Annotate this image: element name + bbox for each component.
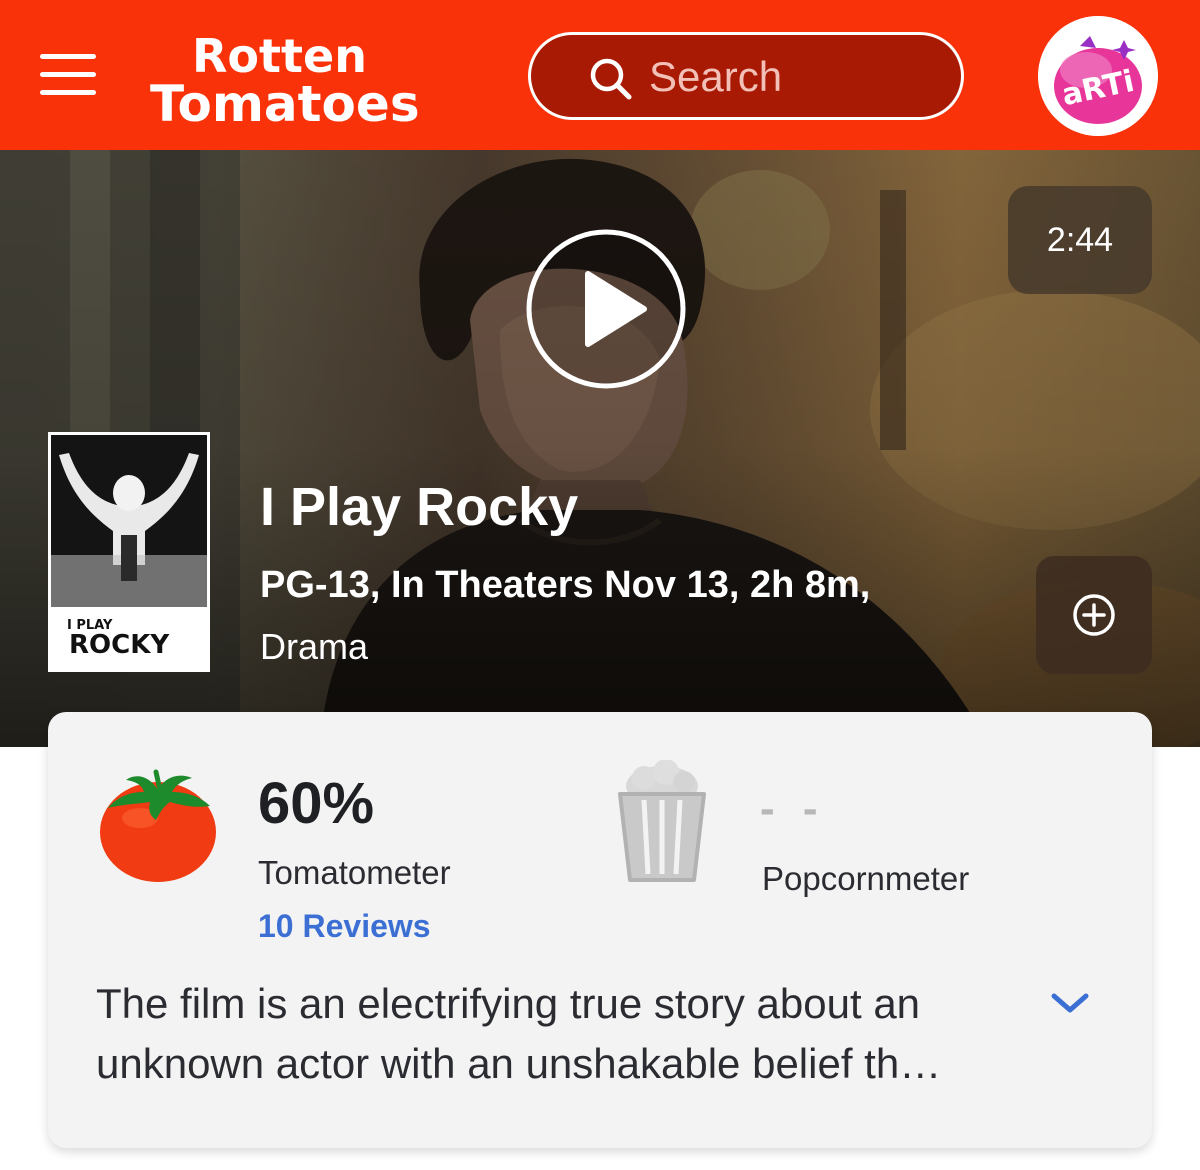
movie-info: PG-13, In Theaters Nov 13, 2h 8m, [260,564,871,606]
menu-line [40,72,96,77]
movie-genre: Drama [260,626,369,667]
poster-title-text: ROCKY [69,630,170,660]
menu-icon[interactable] [40,52,98,98]
trailer-hero[interactable]: 2:44 I PLAY ROCKY I Play Rocky PG-13, In… [0,150,1200,747]
popcornmeter-label: Popcornmeter [762,860,970,897]
scores-card: 60% Tomatometer 10 Reviews - - Popcornme… [48,712,1152,1148]
search-bar[interactable] [528,32,964,120]
menu-line [40,54,96,59]
rotten-tomatoes-logo[interactable]: Rotten Tomatoes [150,28,480,128]
tomatometer-label: Tomatometer [258,854,451,891]
add-circle-icon [1073,594,1115,636]
trailer-duration: 2:44 [1008,186,1152,294]
logo-line2: Tomatoes [150,75,420,128]
add-to-watchlist-button[interactable] [1036,556,1152,674]
movie-synopsis: The film is an electrifying true story a… [96,980,942,1087]
reviews-link[interactable]: 10 Reviews [258,908,431,945]
search-input[interactable] [649,49,939,105]
expand-synopsis-button[interactable] [1048,988,1092,1018]
tomatometer-score: 60% [258,771,375,836]
movie-poster[interactable]: I PLAY ROCKY [48,432,210,672]
movie-title: I Play Rocky [260,477,579,537]
top-header: Rotten Tomatoes aRTi [0,0,1200,150]
menu-line [40,90,96,95]
popcornmeter-score: - - [760,784,826,833]
play-icon[interactable] [524,228,688,390]
search-icon [590,58,632,100]
popcorn-bucket-icon [618,760,706,882]
tomato-icon [100,769,216,882]
arti-avatar[interactable]: aRTi [1038,16,1158,136]
chevron-down-icon [1051,993,1089,1013]
